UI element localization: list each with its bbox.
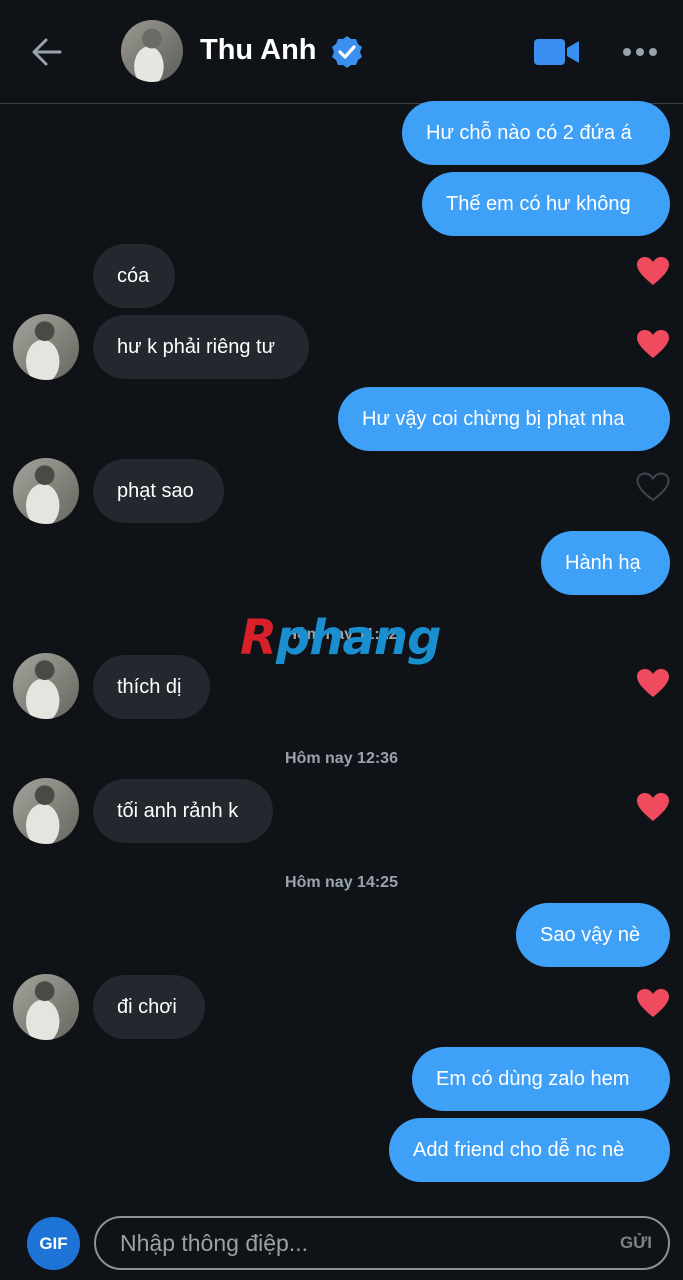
message-bubble-sent[interactable]: Add friend cho dễ nc nè	[389, 1118, 670, 1182]
message-bubble-received[interactable]: phạt sao	[93, 459, 224, 523]
contact-name[interactable]: Thu Anh	[200, 34, 317, 67]
back-arrow-icon[interactable]	[28, 36, 64, 68]
message-bubble-sent[interactable]: Em có dùng zalo hem	[412, 1047, 670, 1111]
gif-button[interactable]: GIF	[27, 1217, 80, 1270]
message-bubble-received[interactable]: đi chơi	[93, 975, 205, 1039]
watermark-logo: Rphang	[240, 610, 441, 666]
contact-avatar[interactable]	[13, 778, 79, 844]
message-composer: GIF Nhập thông điệp... GỬI	[0, 1200, 683, 1280]
timestamp-divider: Hôm nay 14:25	[285, 874, 398, 891]
contact-avatar[interactable]	[13, 314, 79, 380]
message-bubble-received[interactable]: tối anh rảnh k	[93, 779, 273, 843]
message-bubble-received[interactable]: cóa	[93, 244, 175, 308]
heart-liked-icon[interactable]	[636, 329, 670, 359]
heart-liked-icon[interactable]	[636, 792, 670, 822]
message-bubble-sent[interactable]: Hư vậy coi chừng bị phạt nha	[338, 387, 670, 451]
verified-badge-icon	[332, 36, 362, 68]
more-options-icon[interactable]	[622, 46, 658, 58]
video-call-icon[interactable]	[534, 38, 580, 66]
message-input-placeholder[interactable]: Nhập thông điệp...	[120, 1218, 308, 1268]
contact-avatar[interactable]	[13, 458, 79, 524]
message-bubble-sent[interactable]: Sao vậy nè	[516, 903, 670, 967]
contact-avatar[interactable]	[13, 974, 79, 1040]
message-bubble-sent[interactable]: Thế em có hư không	[422, 172, 670, 236]
heart-liked-icon[interactable]	[636, 256, 670, 286]
contact-avatar[interactable]	[13, 653, 79, 719]
chat-header: Thu Anh	[0, 0, 683, 104]
message-bubble-received[interactable]: thích dị	[93, 655, 210, 719]
message-input[interactable]: Nhập thông điệp... GỬI	[94, 1216, 670, 1270]
heart-outline-icon[interactable]	[636, 472, 670, 502]
timestamp-divider: Hôm nay 12:36	[285, 750, 398, 767]
message-bubble-received[interactable]: hư k phải riêng tư	[93, 315, 309, 379]
heart-liked-icon[interactable]	[636, 988, 670, 1018]
send-button[interactable]: GỬI	[620, 1218, 652, 1268]
message-bubble-sent[interactable]: Hư chỗ nào có 2 đứa á	[402, 101, 670, 165]
message-bubble-sent[interactable]: Hành hạ	[541, 531, 670, 595]
heart-liked-icon[interactable]	[636, 668, 670, 698]
contact-avatar[interactable]	[121, 20, 183, 82]
